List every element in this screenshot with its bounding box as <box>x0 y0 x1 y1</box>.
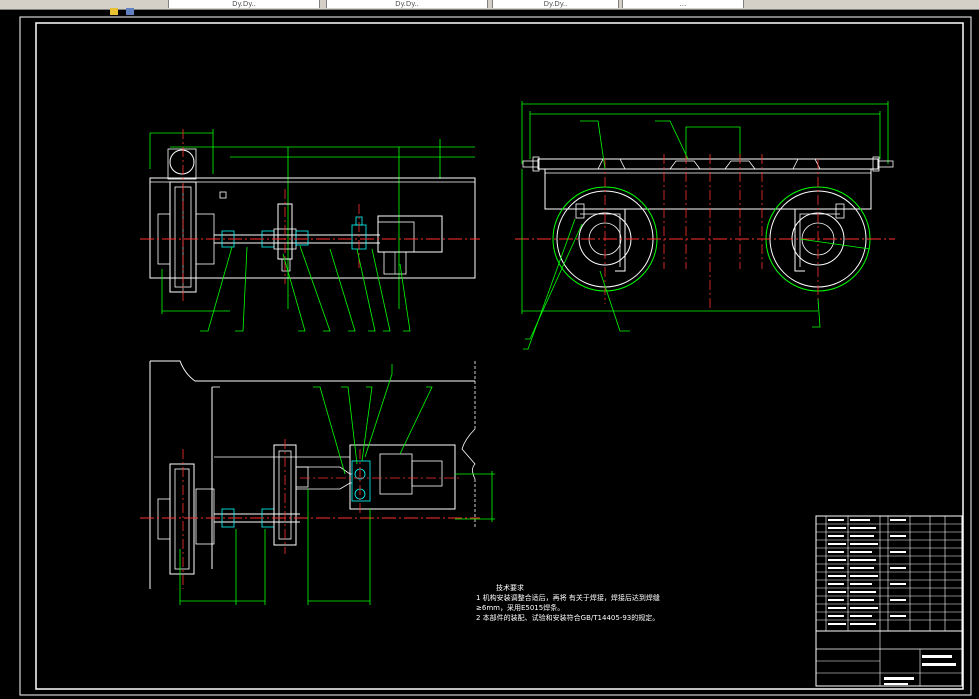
top-left-view <box>140 129 480 332</box>
drawing-tab-4[interactable]: ... <box>622 0 744 8</box>
drawing-tab-1[interactable]: Dy.Dy.. <box>168 0 320 8</box>
notes-line-3: 2 本部件的装配、试验和安装符合GB/T14405-93的规定。 <box>476 614 660 622</box>
notes-line-1: 1 机构安装调整合适后，再将 有关于焊接，焊接后达到焊缝 <box>476 594 660 602</box>
drawing-tab-3[interactable]: Dy.Dy.. <box>492 0 619 8</box>
technical-notes: 技术要求 1 机构安装调整合适后，再将 有关于焊接，焊接后达到焊缝 ≥6mm，采… <box>476 583 660 623</box>
bottom-left-view <box>140 360 495 605</box>
notes-title: 技术要求 <box>496 584 524 592</box>
top-right-view <box>515 101 895 350</box>
notes-line-2: ≥6mm，采用E5015焊条。 <box>476 604 565 612</box>
toolbar-icons <box>110 0 150 15</box>
drawing-tab-2[interactable]: Dy.Dy.. <box>326 0 488 8</box>
title-block <box>815 515 963 687</box>
